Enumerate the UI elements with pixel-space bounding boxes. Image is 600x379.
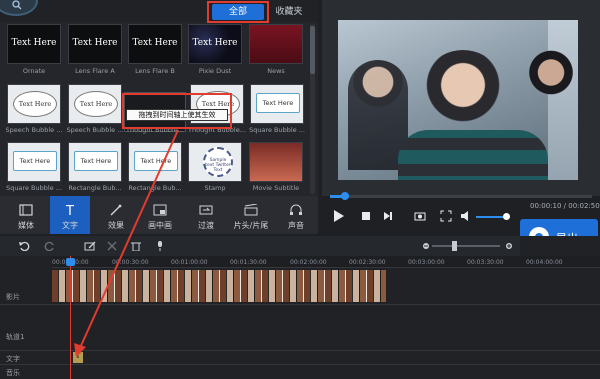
drag-arrow (74, 129, 179, 357)
app-window: 全部 收藏夹 Text Here Ornate Text Here Lens F… (0, 0, 600, 379)
